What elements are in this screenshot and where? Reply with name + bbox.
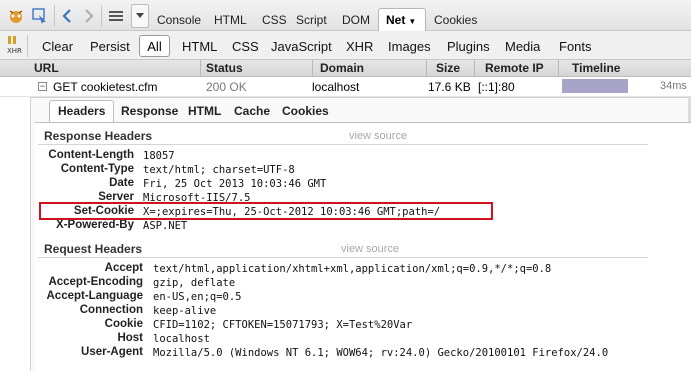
filter-plugins-button[interactable]: Plugins xyxy=(447,39,490,54)
tab-css[interactable]: CSS xyxy=(262,13,287,27)
clear-button[interactable]: Clear xyxy=(42,39,73,54)
tab-headers[interactable]: Headers xyxy=(58,104,105,118)
header-name: Cookie xyxy=(104,318,143,330)
column-size[interactable]: Size xyxy=(436,61,460,75)
firebug-toolbar: Console HTML CSS Script DOM Net ▼ Cookies xyxy=(0,0,691,31)
tab-console[interactable]: Console xyxy=(157,13,201,27)
filter-fonts-button[interactable]: Fonts xyxy=(559,39,592,54)
timeline-bar[interactable] xyxy=(562,79,628,93)
header-name: Connection xyxy=(79,304,143,316)
forward-arrow-icon[interactable] xyxy=(79,6,99,26)
filter-xhr-button[interactable]: XHR xyxy=(346,39,373,54)
header-value: CFID=1102; CFTOKEN=15071793; X=Test%20Va… xyxy=(153,319,413,331)
request-row[interactable]: − GET cookietest.cfm 200 OK localhost 17… xyxy=(0,77,691,97)
request-domain: localhost xyxy=(312,80,360,94)
firebug-bug-icon[interactable] xyxy=(6,6,26,26)
column-divider xyxy=(474,60,475,77)
inspect-element-icon[interactable] xyxy=(30,6,50,26)
persist-button[interactable]: Persist xyxy=(90,39,130,54)
column-status[interactable]: Status xyxy=(206,61,243,75)
header-name: Accept-Encoding xyxy=(48,276,143,288)
header-value: localhost xyxy=(153,333,210,345)
header-value: keep-alive xyxy=(153,305,217,317)
header-name: X-Powered-By xyxy=(56,219,134,231)
request-url[interactable]: GET cookietest.cfm xyxy=(53,80,157,94)
toolbar-divider xyxy=(101,5,102,27)
column-timeline[interactable]: Timeline xyxy=(572,61,620,75)
request-view-source-link[interactable]: view source xyxy=(341,243,399,255)
set-cookie-highlight xyxy=(39,202,493,220)
request-status: 200 OK xyxy=(206,80,247,94)
collapse-toggle-icon[interactable]: − xyxy=(38,82,47,91)
tab-detail-cookies[interactable]: Cookies xyxy=(282,104,329,118)
filter-html-button[interactable]: HTML xyxy=(182,39,217,54)
tab-html[interactable]: HTML xyxy=(214,13,247,27)
filter-images-button[interactable]: Images xyxy=(388,39,431,54)
header-value: en-US,en;q=0.5 xyxy=(153,291,242,303)
header-name: Content-Type xyxy=(60,163,134,175)
column-domain[interactable]: Domain xyxy=(320,61,364,75)
tab-response[interactable]: Response xyxy=(121,104,178,118)
tab-cache[interactable]: Cache xyxy=(234,104,270,118)
request-time: 34ms xyxy=(660,80,687,92)
filter-javascript-button[interactable]: JavaScript xyxy=(271,39,332,54)
header-value: text/html; charset=UTF-8 xyxy=(143,164,295,176)
header-value: 18057 xyxy=(143,150,175,162)
header-value: gzip, deflate xyxy=(153,277,236,289)
header-name: User-Agent xyxy=(81,346,143,358)
header-value: Fri, 25 Oct 2013 10:03:46 GMT xyxy=(143,178,327,190)
menu-list-icon[interactable] xyxy=(106,6,126,26)
tab-cookies[interactable]: Cookies xyxy=(434,13,477,27)
tab-script[interactable]: Script xyxy=(296,13,327,27)
column-divider xyxy=(200,60,201,77)
detail-tabs: Headers Response HTML Cache Cookies xyxy=(30,99,691,123)
request-size: 17.6 KB xyxy=(428,80,471,94)
back-arrow-icon[interactable] xyxy=(57,6,77,26)
tab-detail-html[interactable]: HTML xyxy=(188,104,221,118)
net-column-header: URL Status Domain Size Remote IP Timelin… xyxy=(0,60,691,77)
header-name: Host xyxy=(117,332,143,344)
toolbar-divider xyxy=(54,5,55,27)
request-headers-title: Request Headers xyxy=(44,242,143,256)
svg-text:XHR: XHR xyxy=(7,47,22,55)
toolbar-divider xyxy=(27,35,28,57)
request-remote-ip: [::1]:80 xyxy=(478,80,515,94)
response-view-source-link[interactable]: view source xyxy=(349,130,407,142)
header-value: Mozilla/5.0 (Windows NT 6.1; WOW64; rv:2… xyxy=(153,347,609,359)
filter-media-button[interactable]: Media xyxy=(505,39,540,54)
filter-css-button[interactable]: CSS xyxy=(232,39,259,54)
tab-dom[interactable]: DOM xyxy=(342,13,370,27)
header-name: Content-Length xyxy=(48,149,134,161)
response-headers-title: Response Headers xyxy=(44,129,153,143)
tab-net[interactable]: Net ▼ xyxy=(378,8,426,31)
section-divider xyxy=(38,144,648,145)
net-filter-bar: XHR Clear Persist All HTML CSS JavaScrip… xyxy=(0,31,691,60)
section-divider xyxy=(38,257,648,258)
column-divider xyxy=(312,60,313,77)
header-value: ASP.NET xyxy=(143,220,188,232)
column-url[interactable]: URL xyxy=(34,61,59,75)
tab-net-label: Net xyxy=(386,13,406,27)
chevron-down-icon: ▼ xyxy=(408,17,417,26)
panel-menu-dropdown-icon[interactable] xyxy=(131,4,149,28)
xhr-breakpoint-icon[interactable]: XHR xyxy=(5,35,23,55)
header-name: Date xyxy=(109,177,134,189)
column-divider xyxy=(426,60,427,77)
column-remote-ip[interactable]: Remote IP xyxy=(485,61,544,75)
header-name: Accept xyxy=(104,262,143,274)
column-divider xyxy=(558,60,559,77)
filter-all-button[interactable]: All xyxy=(139,35,170,57)
header-name: Accept-Language xyxy=(46,290,144,302)
header-value: text/html,application/xhtml+xml,applicat… xyxy=(153,263,552,275)
